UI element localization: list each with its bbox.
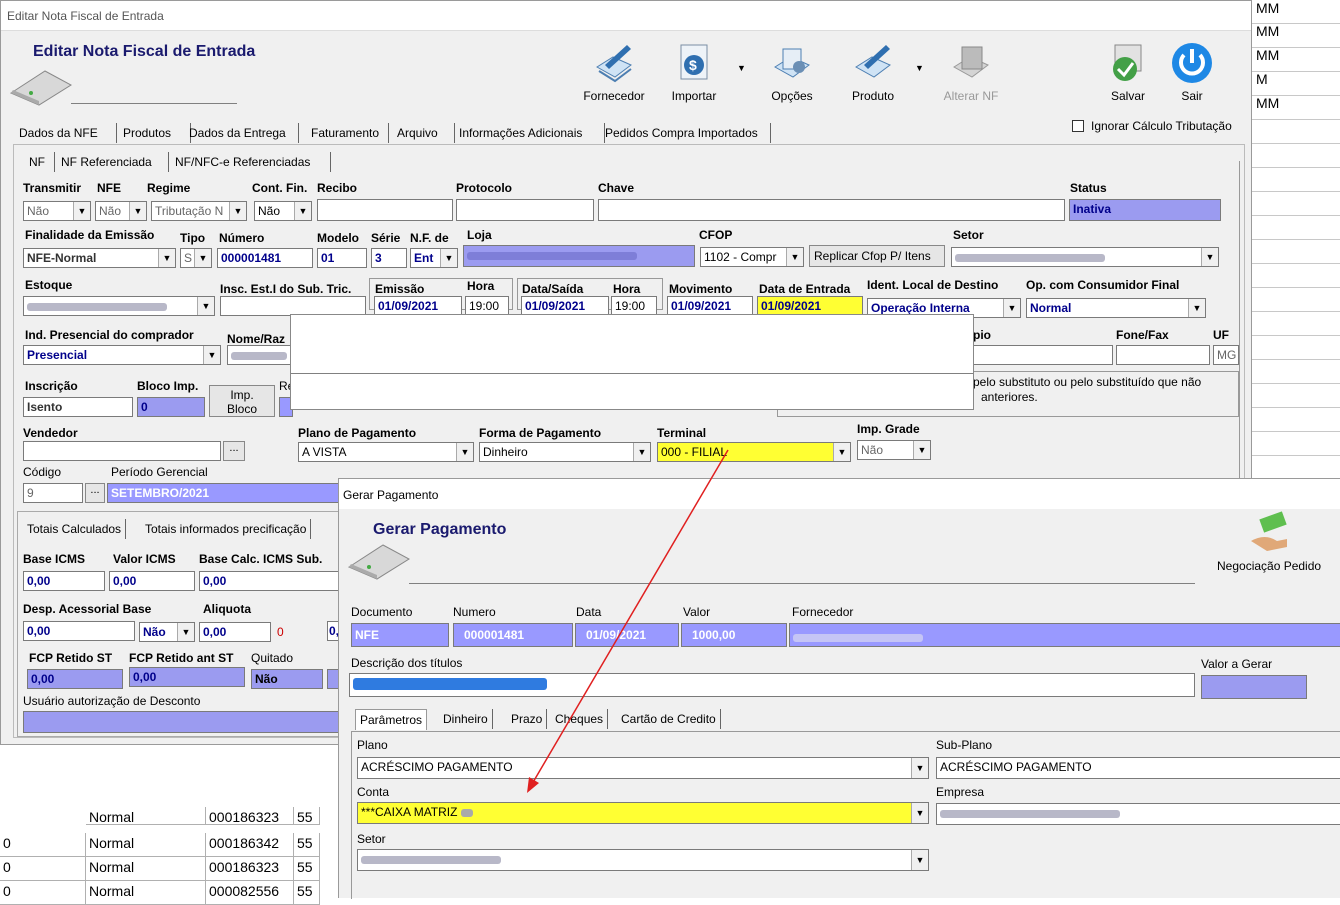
annotation-arrow [527,449,729,793]
